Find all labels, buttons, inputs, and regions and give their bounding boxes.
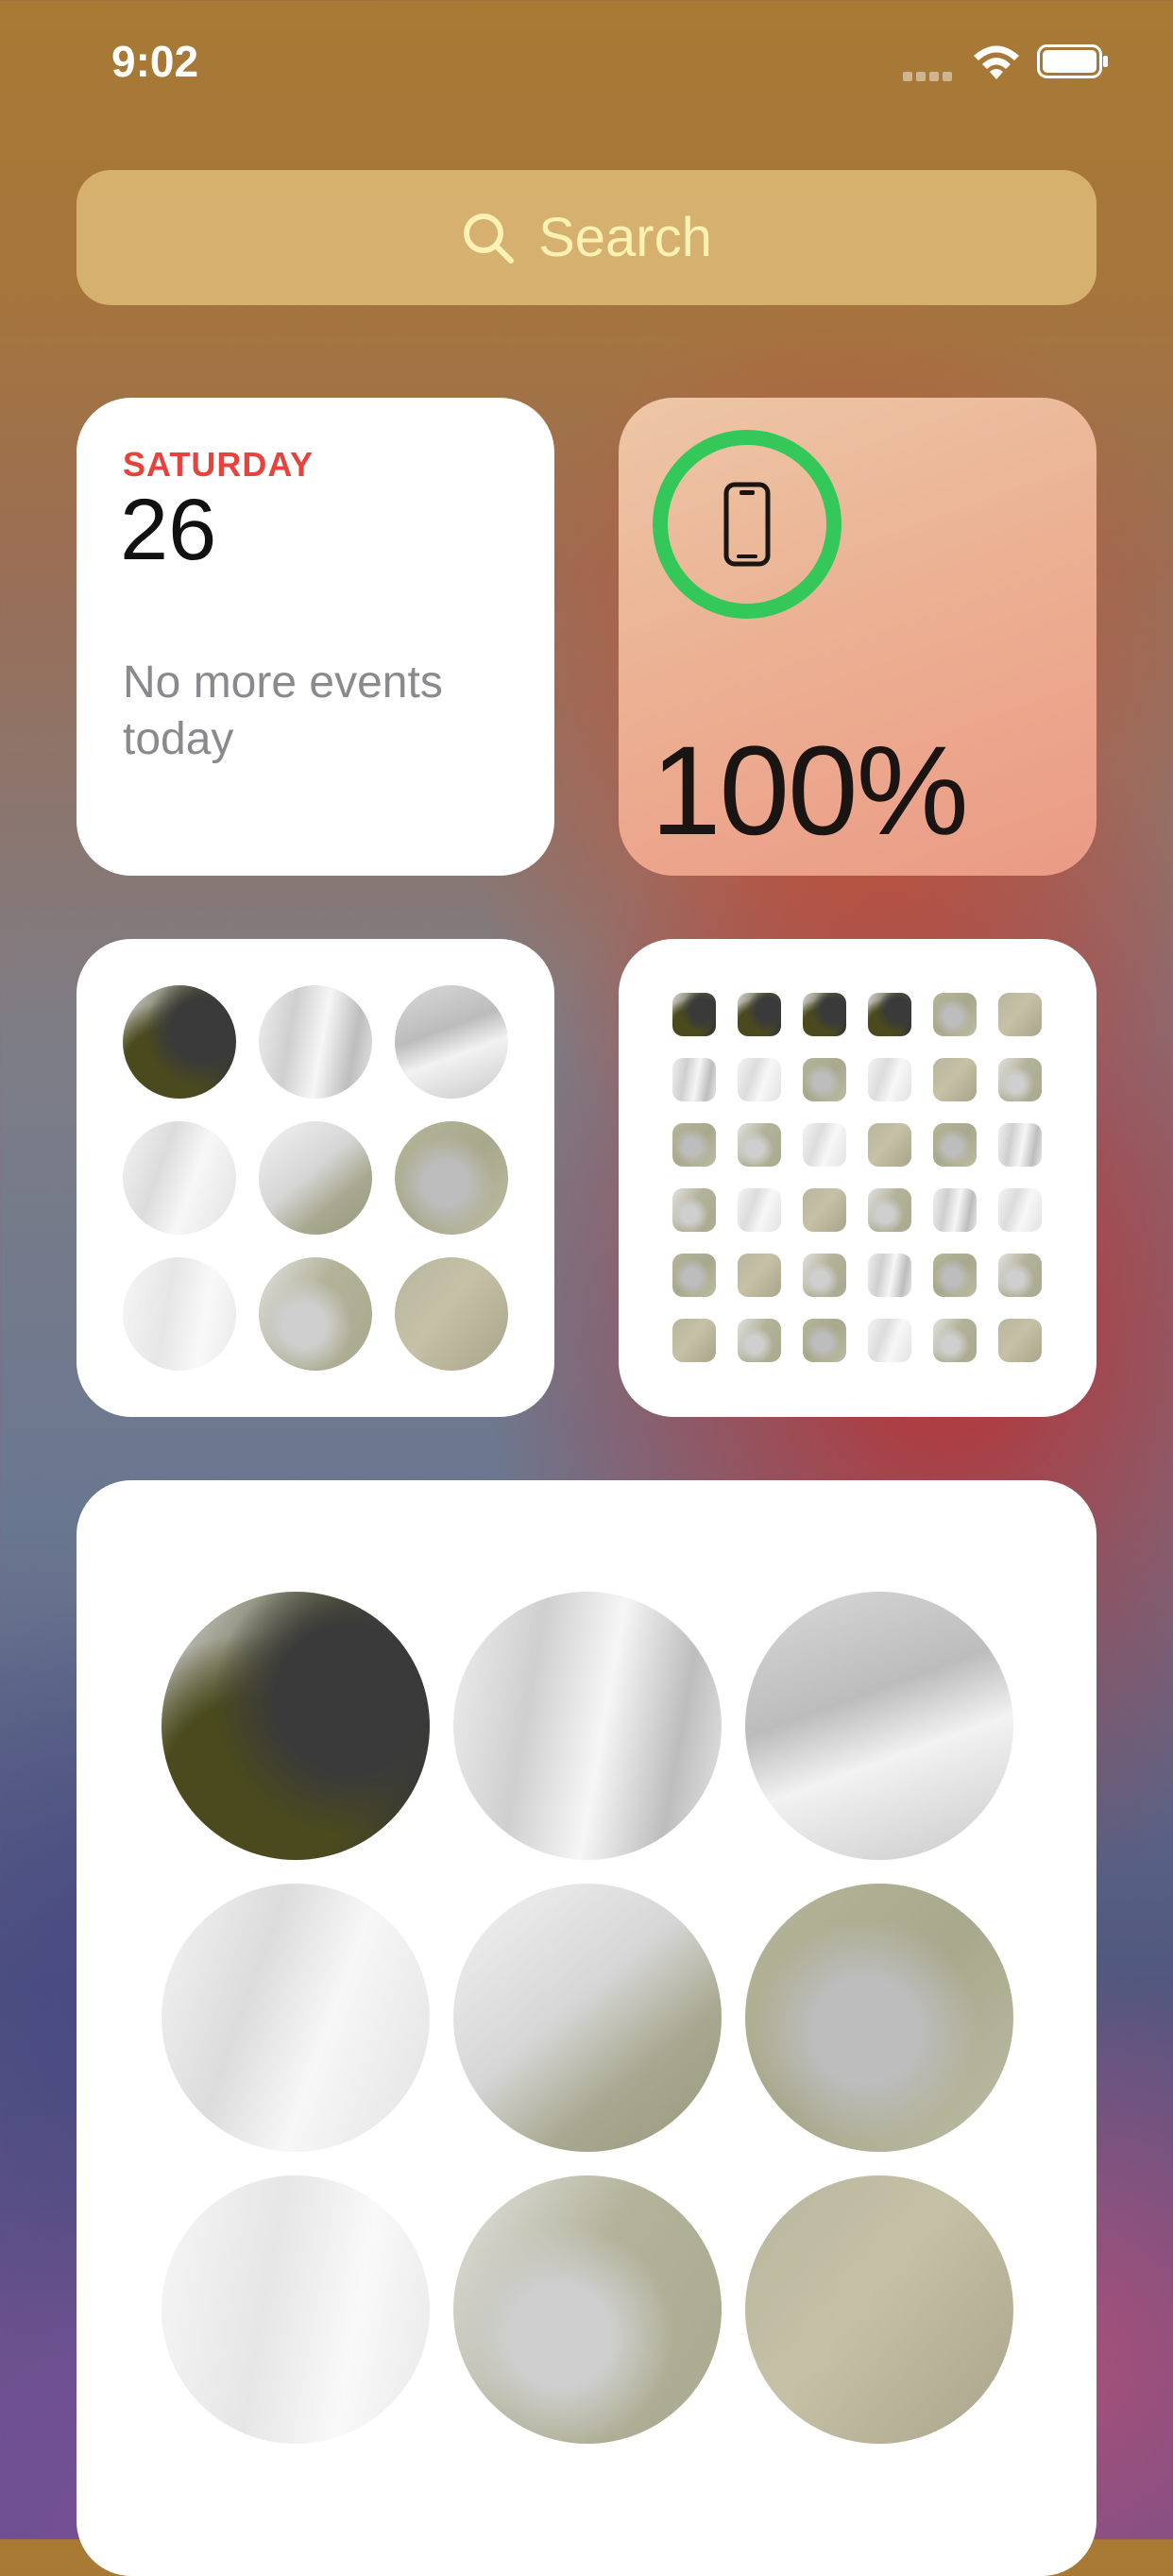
calendar-no-events-text: No more events today (123, 657, 443, 764)
photo-square-20 (738, 1188, 781, 1232)
photo-square-25 (672, 1254, 716, 1297)
photo-square-23 (933, 1188, 977, 1232)
battery-widget[interactable]: 100% (619, 398, 1096, 876)
photo-tile-8[interactable] (259, 1257, 372, 1371)
photo-square-24 (998, 1188, 1042, 1232)
search-placeholder: Search (538, 207, 712, 268)
photo-square-22 (868, 1188, 911, 1232)
photo-square-8 (738, 1058, 781, 1101)
photo-tile-7[interactable] (123, 1257, 236, 1371)
photo-grid-small-widget[interactable] (76, 939, 554, 1417)
photo-square-2 (738, 993, 781, 1036)
photo-tile-4[interactable] (123, 1121, 236, 1235)
photo-square-28 (868, 1254, 911, 1297)
photo-square-5 (933, 993, 977, 1036)
photo-square-17 (933, 1123, 977, 1167)
photo-square-30 (998, 1254, 1042, 1297)
photo-tile-2[interactable] (453, 1592, 722, 1860)
photo-tile-3[interactable] (745, 1592, 1013, 1860)
photo-square-36 (998, 1319, 1042, 1362)
photo-tile-1[interactable] (162, 1592, 430, 1860)
battery-percentage: 100% (651, 721, 969, 862)
photo-square-15 (803, 1123, 846, 1167)
photo-square-19 (672, 1188, 716, 1232)
photo-square-26 (738, 1254, 781, 1297)
photo-tile-3[interactable] (395, 985, 508, 1099)
photo-square-32 (738, 1319, 781, 1362)
photo-square-33 (803, 1319, 846, 1362)
photo-square-27 (803, 1254, 846, 1297)
photo-square-9 (803, 1058, 846, 1101)
calendar-weekday: SATURDAY (123, 445, 314, 484)
photo-square-3 (803, 993, 846, 1036)
photo-square-7 (672, 1058, 716, 1101)
calendar-widget[interactable]: SATURDAY 26 No more events today (76, 398, 554, 876)
cellular-signal-icon (903, 69, 956, 81)
photo-square-35 (933, 1319, 977, 1362)
photo-tile-5[interactable] (259, 1121, 372, 1235)
battery-icon (1037, 44, 1108, 78)
battery-level-ring (653, 430, 842, 619)
photo-tile-7[interactable] (162, 2175, 430, 2444)
photo-square-34 (868, 1319, 911, 1362)
photo-square-6 (998, 993, 1042, 1036)
search-icon (464, 213, 515, 264)
photo-square-16 (868, 1123, 911, 1167)
photo-tile-4[interactable] (162, 1884, 430, 2152)
wifi-icon (974, 45, 1019, 79)
photo-tile-9[interactable] (395, 1257, 508, 1371)
photo-square-29 (933, 1254, 977, 1297)
photo-square-13 (672, 1123, 716, 1167)
photo-square-1 (672, 993, 716, 1036)
photo-grid-large-widget[interactable] (76, 1480, 1096, 2576)
photo-square-12 (998, 1058, 1042, 1101)
photo-square-11 (933, 1058, 977, 1101)
photo-square-31 (672, 1319, 716, 1362)
photo-tile-5[interactable] (453, 1884, 722, 2152)
calendar-date: 26 (120, 482, 217, 578)
iphone-icon (723, 482, 771, 567)
photo-square-21 (803, 1188, 846, 1232)
photo-tile-1[interactable] (123, 985, 236, 1099)
photo-tile-8[interactable] (453, 2175, 722, 2444)
photo-tile-9[interactable] (745, 2175, 1013, 2444)
search-bar[interactable]: Search (76, 170, 1096, 305)
photo-tile-6[interactable] (395, 1121, 508, 1235)
photo-square-4 (868, 993, 911, 1036)
photo-tile-6[interactable] (745, 1884, 1013, 2152)
status-bar: 9:02 (0, 0, 1173, 132)
photo-square-18 (998, 1123, 1042, 1167)
photo-grid-squares-widget[interactable] (619, 939, 1096, 1417)
photo-square-14 (738, 1123, 781, 1167)
status-time: 9:02 (111, 37, 199, 86)
photo-square-10 (868, 1058, 911, 1101)
photo-tile-2[interactable] (259, 985, 372, 1099)
